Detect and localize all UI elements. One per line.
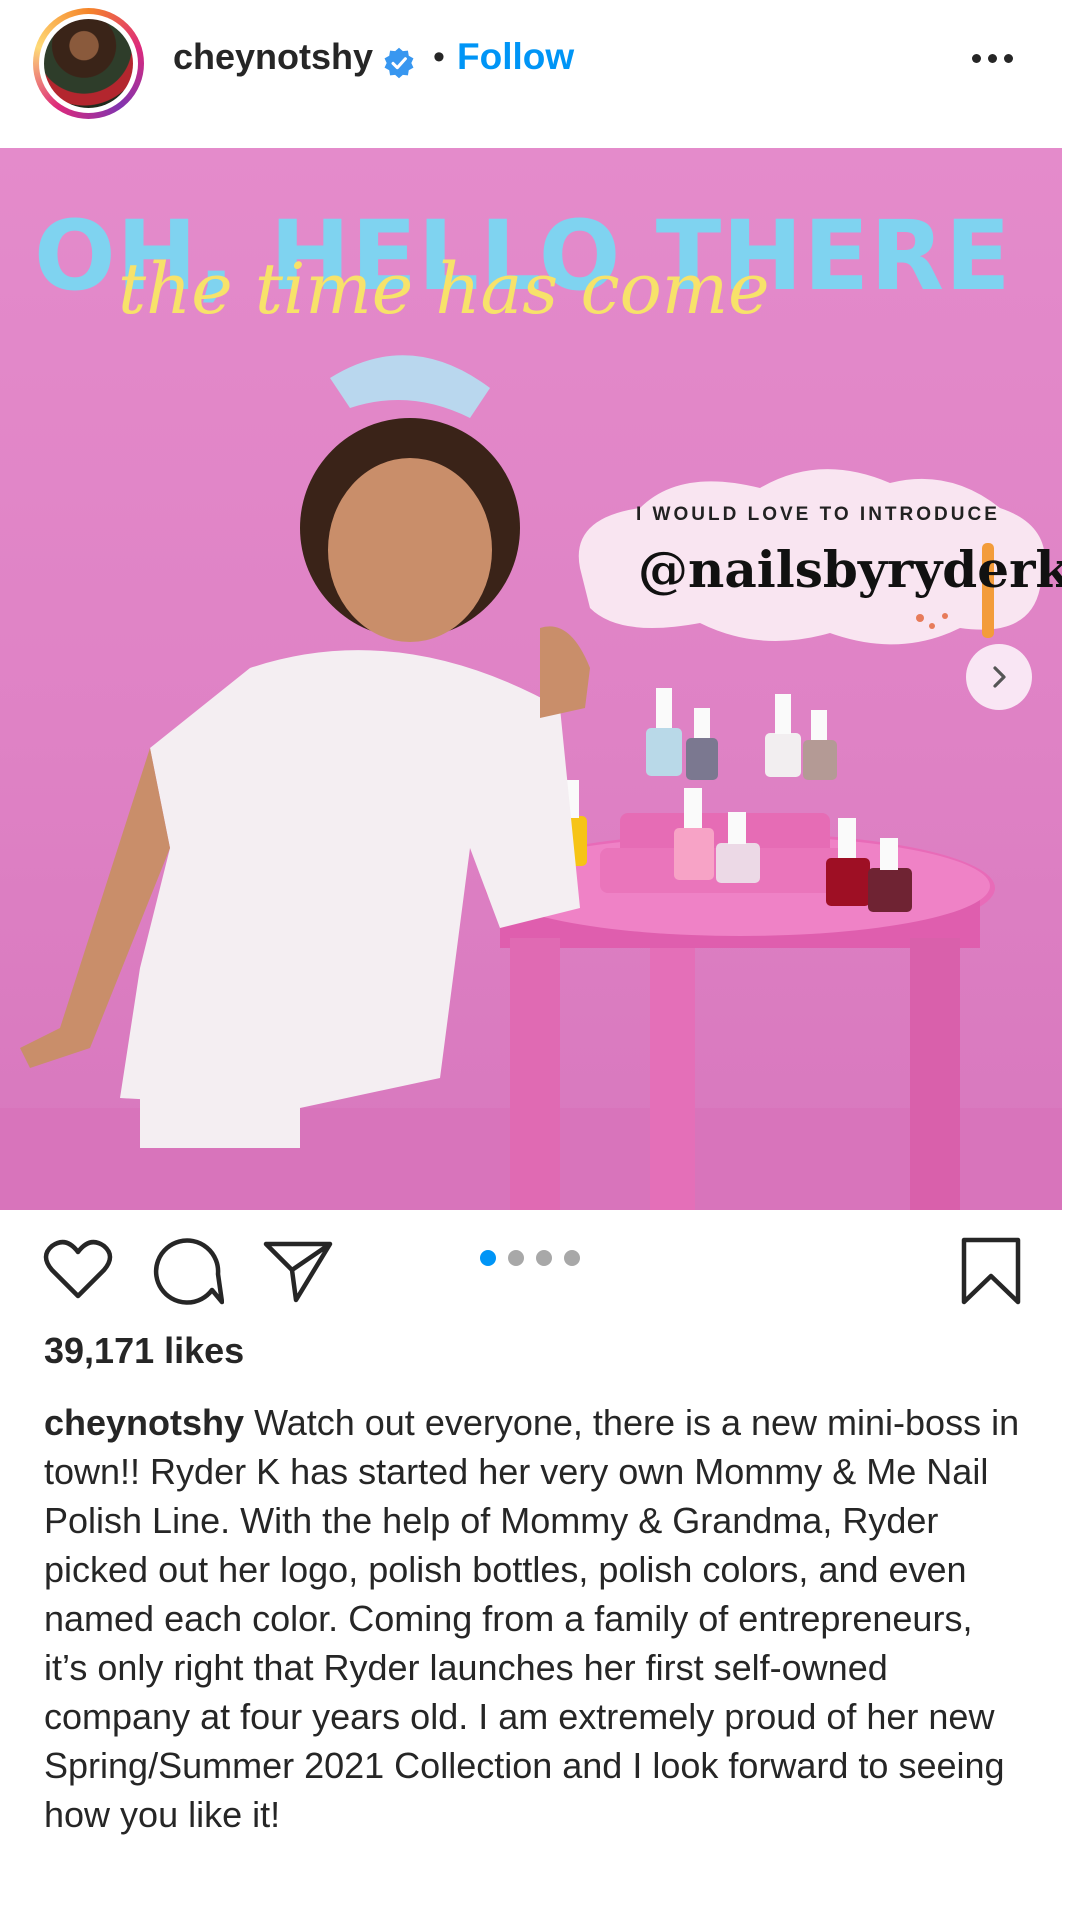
carousel-dot [564,1250,580,1266]
carousel-indicator [480,1250,580,1266]
share-icon[interactable] [262,1238,334,1304]
avatar[interactable] [33,8,144,119]
post-image[interactable]: OH, HELLO THERE the time has come I WOUL… [0,148,1062,1210]
caption-username[interactable]: cheynotshy [44,1402,244,1443]
carousel-dot [508,1250,524,1266]
follow-button[interactable]: Follow [457,36,574,78]
avatar-image [44,19,133,108]
username-link[interactable]: cheynotshy [173,36,373,78]
post-header: cheynotshy • Follow [0,0,1078,148]
chevron-right-icon [993,666,1006,688]
likes-count[interactable]: 39,171 likes [44,1330,244,1372]
child-figure [20,355,590,1148]
caption-text: Watch out everyone, there is a new mini-… [44,1402,1020,1835]
more-dot [1004,53,1013,63]
separator-dot: • [433,38,445,76]
more-dot [988,53,997,63]
more-dot [972,53,981,63]
carousel-dot-active [480,1250,496,1266]
next-slide-button[interactable] [966,644,1032,710]
action-bar [0,1226,1078,1316]
bookmark-icon[interactable] [960,1236,1022,1306]
post-script-text: the time has come [118,248,770,330]
heart-icon[interactable] [42,1238,114,1302]
brand-handle: @nailsbyryderk [638,540,1062,599]
carousel-dot [536,1250,552,1266]
intro-text: I WOULD LOVE TO INTRODUCE [636,504,1000,525]
verified-badge-icon [384,47,414,79]
more-options-icon[interactable] [972,48,1020,68]
avatar-border [39,14,138,113]
post-caption: cheynotshy Watch out everyone, there is … [44,1398,1024,1839]
comment-icon[interactable] [152,1236,224,1306]
